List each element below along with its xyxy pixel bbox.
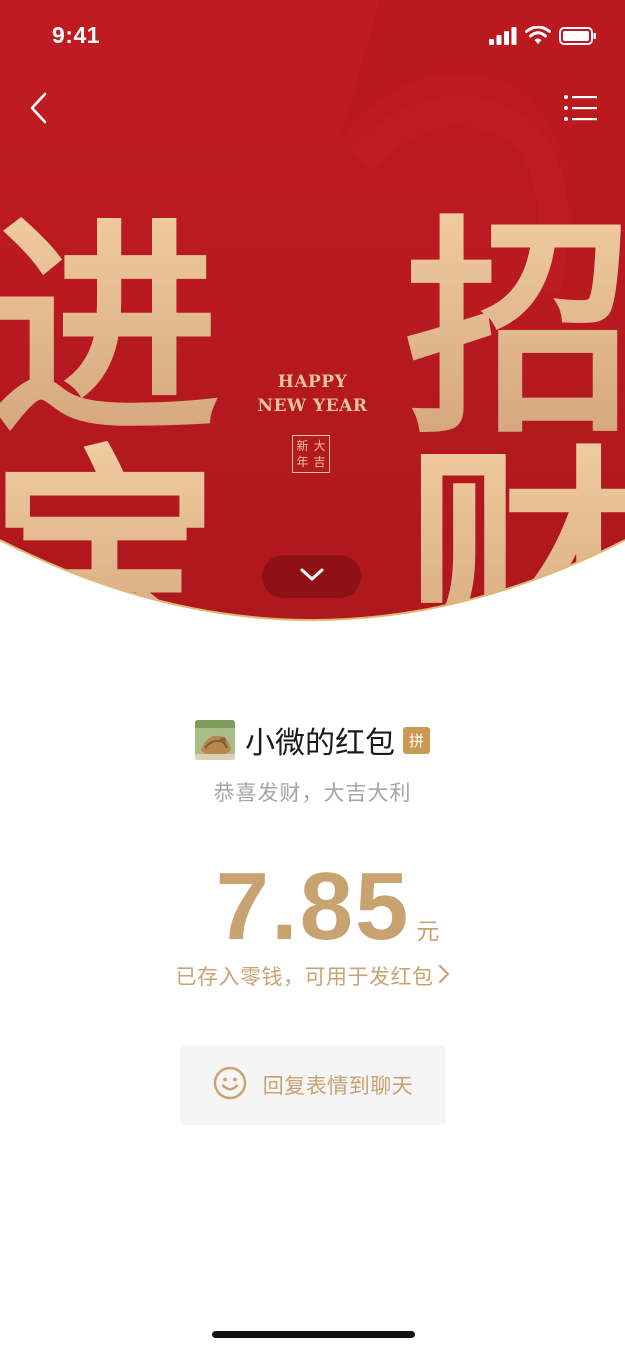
seal-char: 吉: [313, 455, 326, 469]
chevron-down-icon: [299, 567, 325, 587]
cover-char-left-bottom: 宝: [0, 428, 220, 625]
status-time: 9:41: [52, 22, 101, 48]
cover-new-year-text: NEW YEAR: [257, 396, 368, 416]
reply-sticker-button[interactable]: 回复表情到聊天: [180, 1045, 446, 1125]
blessing-text: 恭喜发财，大吉大利: [213, 781, 412, 805]
chevron-left-icon: [29, 92, 49, 128]
cover-seal: 新 大 年 吉: [292, 435, 330, 473]
home-indicator: [212, 1331, 415, 1338]
list-menu-icon: [563, 94, 597, 126]
group-badge: 拼: [403, 726, 430, 754]
more-menu-button[interactable]: [555, 85, 605, 135]
status-icons: [489, 25, 597, 49]
amount-row: 7.85 元: [0, 852, 625, 962]
cover-happy-text: HAPPY: [277, 372, 348, 392]
chevron-right-icon: [434, 964, 450, 989]
amount-unit: 元: [416, 919, 440, 945]
amount-value: 7.85: [215, 853, 411, 960]
seal-char: 年: [296, 455, 309, 469]
avatar[interactable]: [195, 720, 235, 760]
back-button[interactable]: [14, 85, 64, 135]
seal-char: 新: [296, 439, 309, 453]
smiley-icon: [213, 1066, 247, 1104]
seal-char: 大: [313, 439, 326, 453]
cover-char-right-top: 招: [405, 198, 625, 465]
sender-name: 小微的红包: [245, 726, 395, 761]
sender-row: 小微的红包 拼: [0, 718, 625, 762]
cover-char-right-bottom: 财: [405, 428, 625, 625]
deposit-link[interactable]: 已存入零钱，可用于发红包: [0, 961, 625, 991]
reply-button-label: 回复表情到聊天: [262, 1074, 414, 1098]
expand-cover-button[interactable]: [262, 555, 361, 598]
wifi-icon: [525, 25, 551, 49]
cover-char-left-top: 进: [0, 198, 220, 465]
battery-icon: [559, 26, 597, 49]
red-packet-cover: 进 宝 招 财: [0, 0, 625, 625]
deposit-link-label: 已存入零钱，可用于发红包: [175, 965, 434, 989]
status-bar: 9:41: [0, 0, 625, 72]
signal-icon: [489, 26, 517, 49]
